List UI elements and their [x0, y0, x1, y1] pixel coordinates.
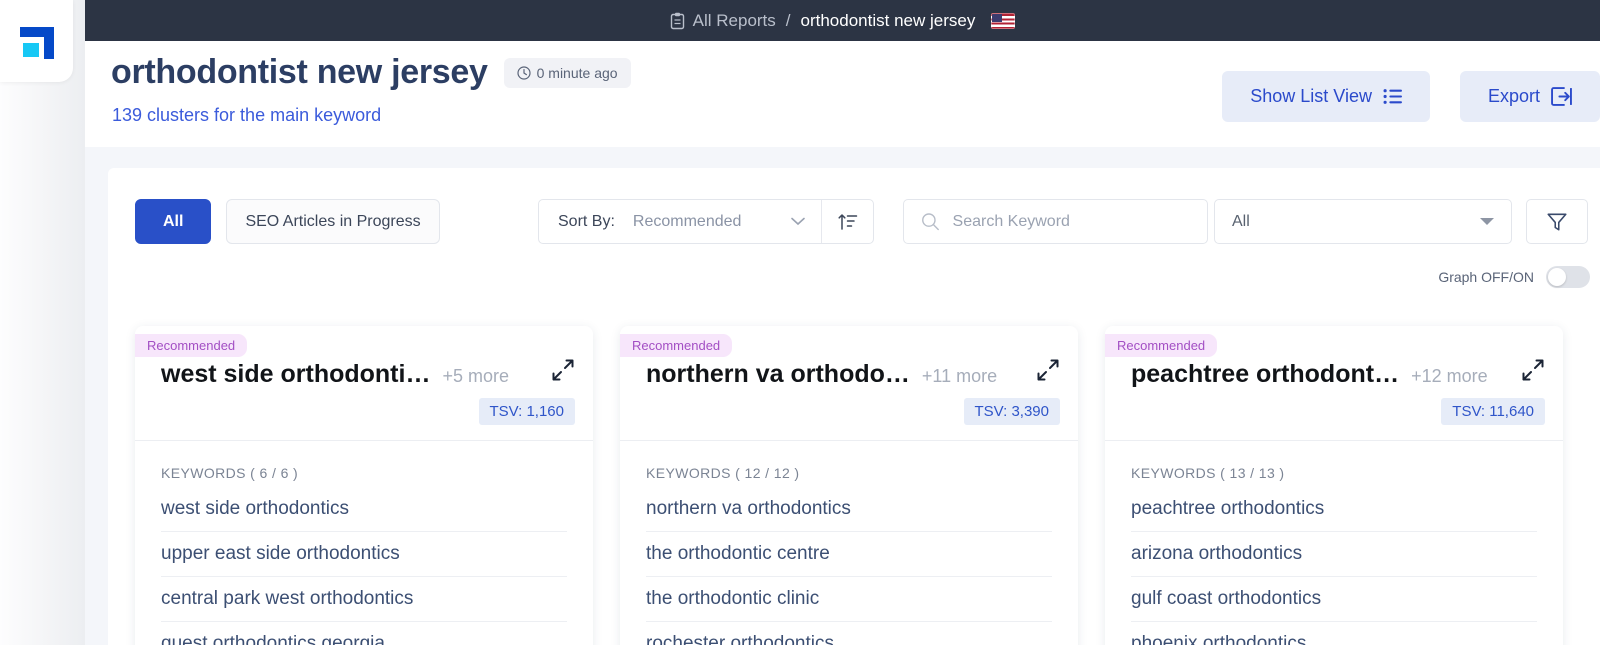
list-item[interactable]: rochester orthodontics — [646, 622, 1052, 645]
caret-down-icon — [1480, 218, 1494, 225]
more-count-label[interactable]: +5 more — [442, 366, 509, 387]
cluster-card-list: Recommended west side orthodonti… +5 mor… — [135, 326, 1563, 645]
list-item[interactable]: the orthodontic centre — [646, 532, 1052, 577]
breadcrumb-all-reports[interactable]: All Reports — [693, 11, 776, 31]
search-icon — [922, 213, 939, 231]
top-breadcrumb-bar: All Reports / orthodontist new jersey — [85, 0, 1600, 41]
expand-arrows-icon — [1522, 359, 1544, 381]
app-root: All Reports / orthodontist new jersey or… — [0, 0, 1600, 645]
sort-dropdown[interactable]: Sort By: Recommended — [539, 200, 821, 243]
us-flag-icon — [991, 12, 1016, 29]
tab-all[interactable]: All — [135, 199, 212, 244]
card-header: northern va orthodo… +11 more TSV: 3,390 — [620, 326, 1078, 440]
show-list-view-button[interactable]: Show List View — [1222, 71, 1430, 122]
cluster-card[interactable]: Recommended peachtree orthodont… +12 mor… — [1105, 326, 1563, 645]
list-item[interactable]: quest orthodontics georgia — [161, 622, 567, 645]
graph-toggle-group: Graph OFF/ON — [1438, 266, 1590, 288]
expand-arrows-icon — [1037, 359, 1059, 381]
updated-time-text: 0 minute ago — [536, 64, 618, 81]
tsv-badge: TSV: 3,390 — [963, 398, 1060, 425]
sort-group: Sort By: Recommended — [538, 199, 875, 244]
list-item[interactable]: northern va orthodontics — [646, 492, 1052, 532]
tsv-badge: TSV: 11,640 — [1441, 398, 1545, 425]
tab-seo-articles-in-progress[interactable]: SEO Articles in Progress — [226, 199, 440, 244]
card-title: northern va orthodo… — [646, 360, 910, 388]
list-item[interactable]: central park west orthodontics — [161, 577, 567, 622]
funnel-icon — [1547, 213, 1567, 230]
page-title: orthodontist new jersey — [111, 53, 488, 91]
cluster-card[interactable]: Recommended west side orthodonti… +5 mor… — [135, 326, 593, 645]
keywords-section: KEYWORDS ( 13 / 13 ) peachtree orthodont… — [1105, 441, 1563, 645]
app-logo[interactable] — [0, 0, 73, 82]
sort-ascending-icon — [838, 213, 858, 230]
card-title-row: peachtree orthodont… +12 more — [1131, 360, 1545, 389]
filter-funnel-button[interactable] — [1526, 199, 1588, 244]
card-header: west side orthodonti… +5 more TSV: 1,160 — [135, 326, 593, 440]
expand-card-button[interactable] — [1521, 358, 1545, 382]
keywords-list: west side orthodontics upper east side o… — [161, 492, 567, 645]
graph-toggle-switch[interactable] — [1546, 266, 1590, 288]
keywords-section: KEYWORDS ( 12 / 12 ) northern va orthodo… — [620, 441, 1078, 645]
logo-mark-icon — [20, 27, 54, 59]
keywords-header: KEYWORDS ( 13 / 13 ) — [1131, 465, 1285, 481]
sort-value: Recommended — [632, 212, 742, 230]
clock-icon — [517, 65, 531, 80]
sort-direction-button[interactable] — [821, 200, 873, 243]
title-row: orthodontist new jersey 0 minute ago — [111, 53, 631, 92]
list-item[interactable]: arizona orthodontics — [1131, 532, 1537, 577]
list-item[interactable]: gulf coast orthodontics — [1131, 577, 1537, 622]
breadcrumb-separator: / — [785, 10, 791, 30]
search-input[interactable] — [952, 212, 1190, 231]
export-label: Export — [1487, 86, 1540, 106]
more-count-label[interactable]: +12 more — [1411, 366, 1488, 387]
card-title-row: northern va orthodo… +11 more — [646, 360, 1060, 389]
export-icon — [1551, 87, 1572, 106]
tsv-badge: TSV: 1,160 — [478, 398, 575, 425]
list-item[interactable]: peachtree orthodontics — [1131, 492, 1537, 532]
all-filter-value: All — [1232, 212, 1250, 230]
toggle-knob — [1548, 268, 1566, 286]
breadcrumb: All Reports / orthodontist new jersey — [670, 11, 1016, 31]
sort-by-label: Sort By: — [558, 212, 615, 230]
keywords-list: northern va orthodontics the orthodontic… — [646, 492, 1052, 645]
list-item[interactable]: upper east side orthodontics — [161, 532, 567, 577]
keywords-header: KEYWORDS ( 6 / 6 ) — [161, 465, 299, 481]
content-panel: All SEO Articles in Progress Sort By: Re… — [108, 168, 1600, 645]
card-title: west side orthodonti… — [161, 360, 431, 388]
clusters-subtitle: 139 clusters for the main keyword — [112, 105, 382, 125]
list-item[interactable]: the orthodontic clinic — [646, 577, 1052, 622]
page-header: orthodontist new jersey 0 minute ago 139… — [85, 41, 1600, 147]
filter-bar: All SEO Articles in Progress — [135, 199, 440, 244]
search-keyword-box[interactable] — [903, 199, 1208, 244]
expand-card-button[interactable] — [1036, 358, 1060, 382]
all-filter-dropdown[interactable]: All — [1214, 199, 1512, 244]
chevron-down-icon — [791, 217, 806, 226]
show-list-view-label: Show List View — [1250, 86, 1372, 106]
export-button[interactable]: Export — [1459, 71, 1600, 122]
cluster-card[interactable]: Recommended northern va orthodo… +11 mor… — [620, 326, 1078, 645]
keywords-header: KEYWORDS ( 12 / 12 ) — [646, 465, 800, 481]
card-header: peachtree orthodont… +12 more TSV: 11,64… — [1105, 326, 1563, 440]
breadcrumb-current: orthodontist new jersey — [800, 10, 976, 30]
updated-time-badge: 0 minute ago — [503, 57, 631, 88]
keywords-section: KEYWORDS ( 6 / 6 ) west side orthodontic… — [135, 441, 593, 645]
graph-toggle-label: Graph OFF/ON — [1438, 269, 1534, 285]
list-item[interactable]: west side orthodontics — [161, 492, 567, 532]
clipboard-icon — [670, 12, 685, 30]
card-title-row: west side orthodonti… +5 more — [161, 360, 575, 389]
list-icon — [1383, 89, 1402, 104]
list-item[interactable]: phoenix orthodontics — [1131, 622, 1537, 645]
expand-arrows-icon — [552, 359, 574, 381]
keywords-list: peachtree orthodontics arizona orthodont… — [1131, 492, 1537, 645]
header-actions: Show List View Export — [1222, 71, 1600, 122]
left-rail — [0, 0, 85, 645]
card-title: peachtree orthodont… — [1131, 360, 1400, 388]
expand-card-button[interactable] — [551, 358, 575, 382]
more-count-label[interactable]: +11 more — [922, 366, 997, 387]
